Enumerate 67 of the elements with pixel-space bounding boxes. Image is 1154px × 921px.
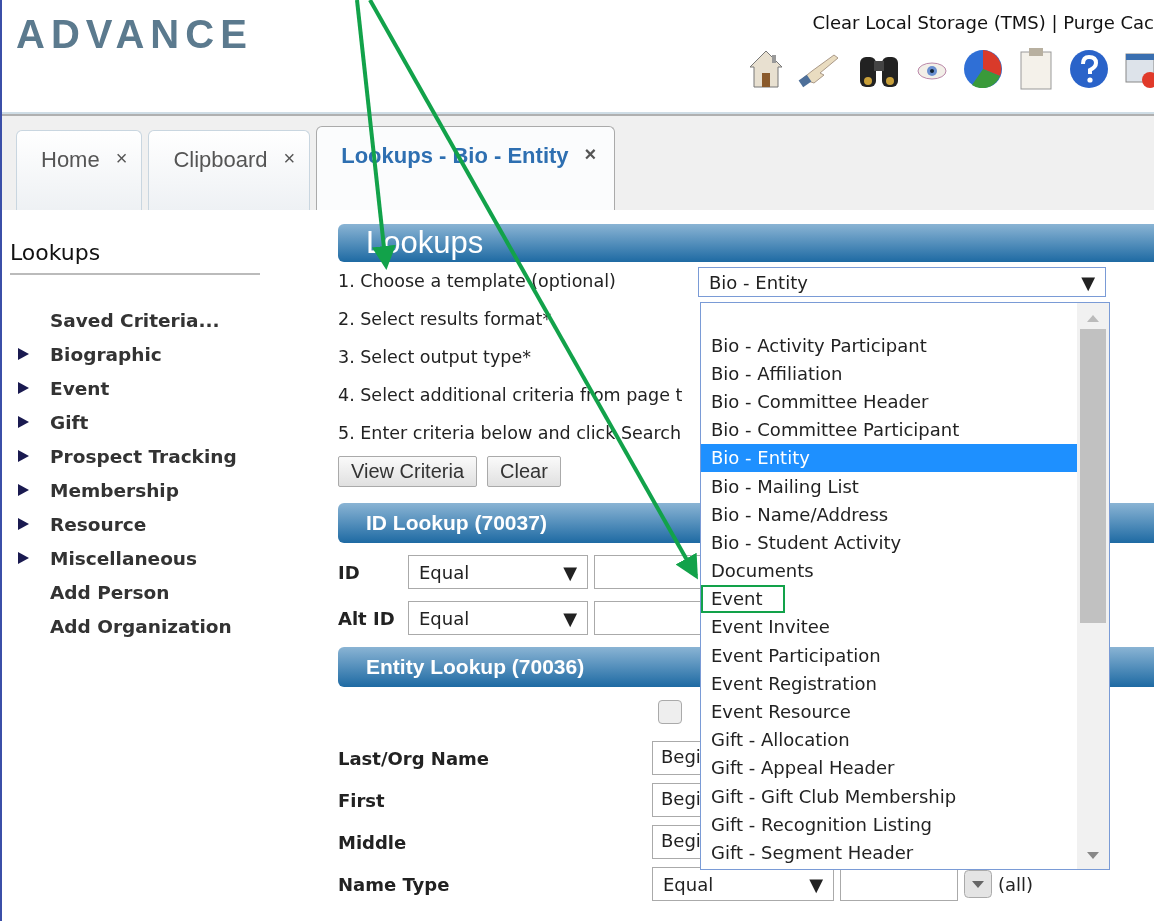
dropdown-option[interactable]: Gift - Allocation — [701, 725, 1077, 754]
sidebar-link[interactable]: Biographic — [50, 343, 162, 365]
clipboard-icon[interactable] — [1018, 47, 1054, 91]
close-icon[interactable]: × — [584, 143, 597, 166]
logo: ADVANCE — [15, 11, 253, 58]
dropdown-option[interactable]: Gift - Segment Header — [701, 838, 1077, 867]
collapsed-triangle-icon[interactable] — [16, 449, 30, 463]
close-icon[interactable]: × — [283, 147, 296, 170]
dropdown-option[interactable]: Bio - Affiliation — [701, 359, 1077, 388]
dropdown-option[interactable]: Bio - Mailing List — [701, 471, 1077, 501]
sidebar-link[interactable]: Add Organization — [50, 615, 232, 637]
step-text: 3. Select output type* — [338, 347, 531, 367]
tab[interactable]: Clipboard × — [148, 130, 311, 210]
header-links[interactable]: Clear Local Storage (TMS) | Purge Cac — [812, 0, 1154, 33]
collapsed-triangle-icon[interactable] — [16, 347, 30, 361]
tab[interactable]: Home × — [16, 130, 143, 210]
checkbox[interactable] — [658, 700, 682, 724]
form-button[interactable]: View Criteria — [338, 456, 477, 487]
field-label: Last/Org Name — [338, 747, 490, 769]
dropdown-option[interactable]: Event Resource — [701, 697, 1077, 726]
field-label: Middle — [338, 831, 408, 853]
dropdown-option[interactable]: Gift - Appeal Header — [701, 753, 1077, 782]
note-text: (all) — [998, 873, 1034, 895]
field-label: ID — [338, 561, 361, 583]
sidebar-link[interactable]: Resource — [50, 513, 147, 535]
field-label: First — [338, 789, 386, 811]
dropdown-icon[interactable] — [964, 870, 992, 898]
dropdown-option[interactable]: Gift - Gift Club Membership — [701, 782, 1077, 811]
sidebar-link[interactable]: Gift — [50, 411, 89, 433]
operator-select[interactable]: Equal ▼ — [408, 555, 588, 589]
collapsed-triangle-icon[interactable] — [16, 381, 30, 395]
dropdown-option[interactable]: Event — [701, 584, 785, 613]
dropdown-list[interactable] — [700, 302, 1110, 870]
scrollbar[interactable] — [1077, 303, 1109, 869]
pie-chart-icon[interactable] — [962, 48, 1004, 90]
sidebar-title: Lookups — [10, 240, 102, 265]
sidebar-link[interactable]: Add Person — [50, 581, 170, 603]
collapsed-triangle-icon[interactable] — [16, 517, 30, 531]
tab-label: Clipboard — [173, 147, 268, 173]
operator-select[interactable]: Equal ▼ — [408, 601, 588, 635]
sidebar-link[interactable]: Membership — [50, 479, 179, 501]
step-text: 5. Enter criteria below and click Search — [338, 423, 682, 443]
template-select[interactable]: Bio - Entity ▼ — [698, 267, 1106, 297]
step-text: 2. Select results format* — [338, 309, 552, 329]
close-icon[interactable]: × — [115, 147, 128, 170]
dropdown-option[interactable]: Event Invitee — [701, 612, 1077, 642]
scroll-down-icon[interactable] — [1085, 851, 1101, 861]
form-button[interactable]: Clear — [487, 456, 561, 487]
sidebar-link[interactable]: Saved Criteria... — [50, 309, 220, 331]
dropdown-option[interactable]: Bio - Name/Address — [701, 500, 1077, 529]
tab-label: Home — [41, 147, 100, 173]
collapsed-triangle-icon[interactable] — [16, 551, 30, 565]
step-text: 1. Choose a template (optional) — [338, 271, 616, 291]
dropdown-option[interactable]: Bio - Activity Participant — [701, 331, 1077, 360]
dropdown-option[interactable]: Documents — [701, 556, 1077, 585]
help-icon[interactable] — [1068, 48, 1110, 90]
dropdown-option[interactable]: Gift - Recognition Listing — [701, 810, 1077, 839]
dropdown-option[interactable]: Bio - Committee Participant — [701, 415, 1077, 444]
sidebar-link[interactable]: Miscellaneous — [50, 547, 198, 569]
collapsed-triangle-icon[interactable] — [16, 415, 30, 429]
sidebar-link[interactable]: Prospect Tracking — [50, 445, 237, 467]
home-icon[interactable] — [748, 49, 784, 89]
field-label: Name Type — [338, 873, 451, 895]
field-label: Alt ID — [338, 607, 396, 629]
sidebar-link[interactable]: Event — [50, 377, 110, 399]
collapsed-triangle-icon[interactable] — [16, 483, 30, 497]
dropdown-option[interactable]: Bio - Committee Header — [701, 387, 1077, 416]
